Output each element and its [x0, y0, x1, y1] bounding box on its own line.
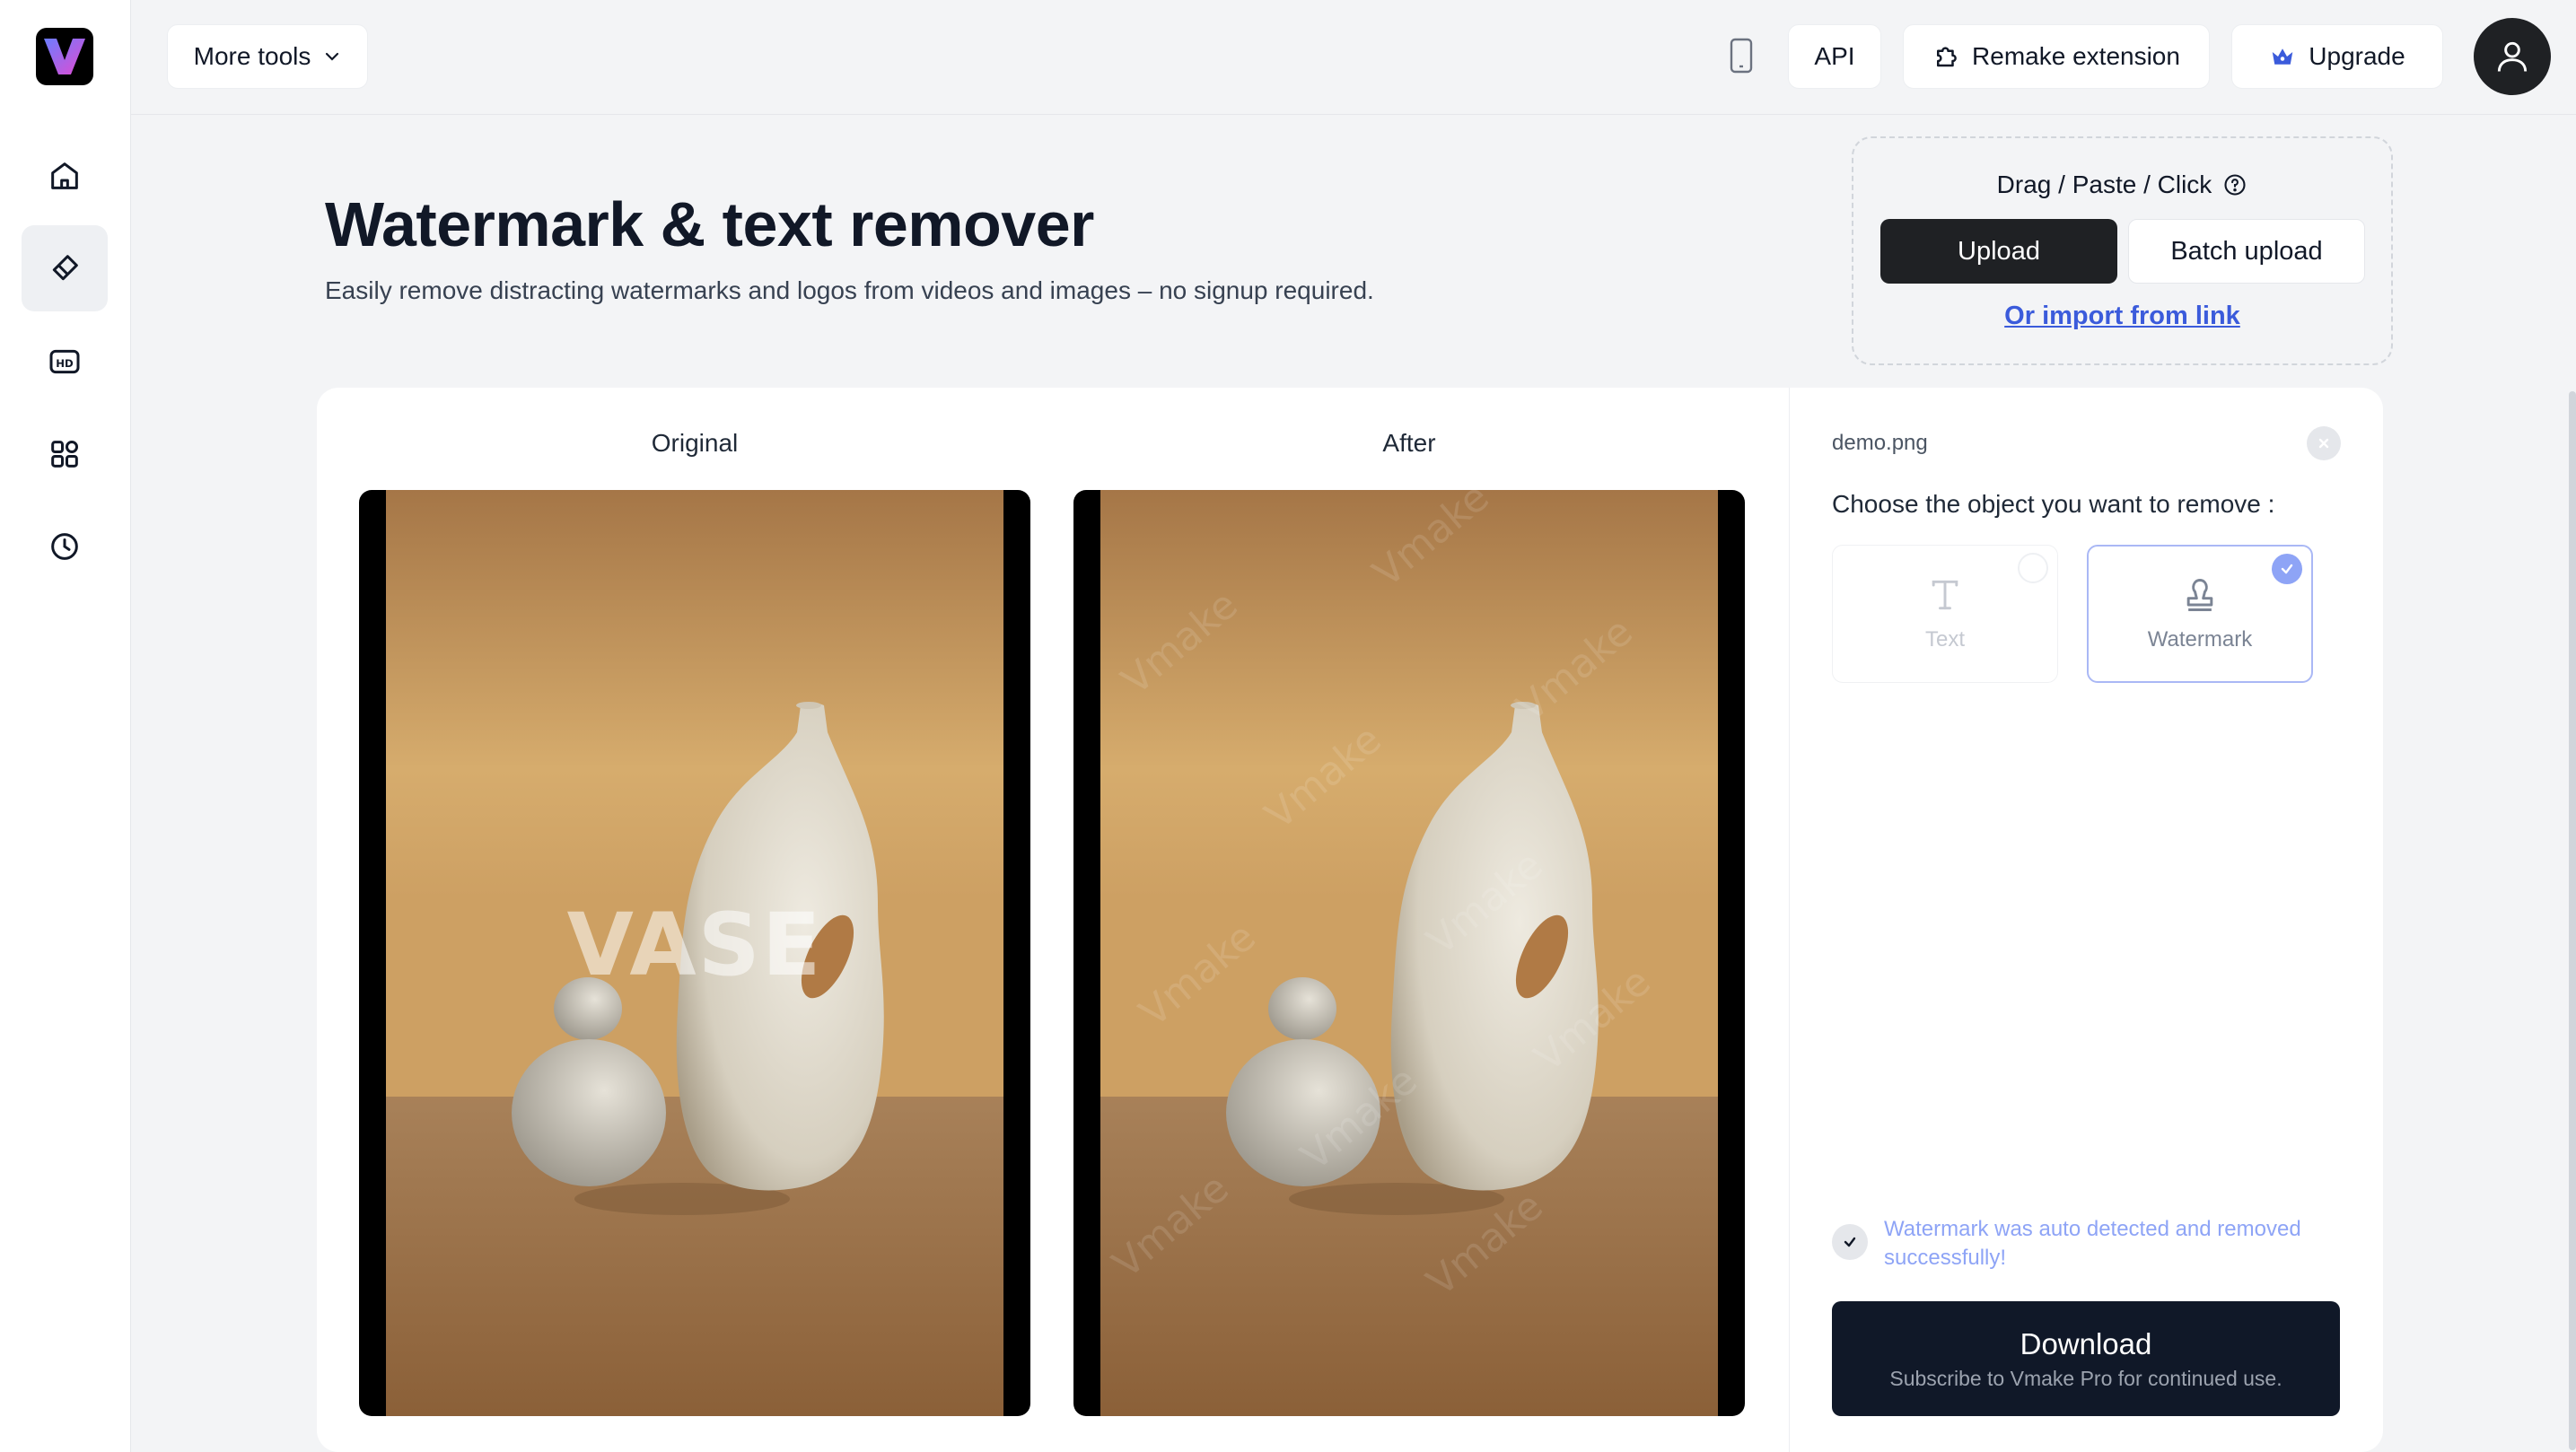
remake-extension-label: Remake extension — [1972, 42, 2180, 70]
eraser-icon — [52, 255, 78, 281]
upload-button[interactable]: Upload — [1880, 219, 2117, 284]
download-label: Download — [2020, 1326, 2152, 1360]
panel-divider — [1789, 388, 1790, 1452]
editor-panel: Original After VASE Vmake Vmake Vmake Vm… — [317, 388, 2383, 1452]
sidebar-item-hd[interactable]: HD — [22, 319, 108, 405]
home-icon — [51, 162, 78, 189]
upload-instructions: Drag / Paste / Click — [1853, 171, 2391, 199]
option-text-radio[interactable] — [2018, 553, 2048, 583]
batch-upload-button[interactable]: Batch upload — [2128, 219, 2365, 284]
logo-v-icon — [44, 39, 85, 74]
mobile-phone-icon — [1730, 38, 1753, 74]
sidebar: HD — [0, 0, 131, 1452]
option-text-label: Text — [1924, 627, 1965, 652]
after-label: After — [1382, 429, 1436, 457]
upload-title: Drag / Paste / Click — [1996, 171, 2212, 198]
mobile-device-button[interactable] — [1725, 34, 1757, 77]
clock-icon — [51, 533, 78, 560]
api-button[interactable]: API — [1788, 24, 1881, 89]
user-avatar[interactable] — [2474, 18, 2551, 95]
import-from-link[interactable]: Or import from link — [1853, 302, 2391, 331]
close-file-button[interactable] — [2307, 426, 2341, 460]
vase-photo-after: Vmake Vmake Vmake Vmake Vmake Vmake Vmak… — [1100, 490, 1718, 1416]
success-check-badge — [1832, 1224, 1868, 1260]
upload-dropzone[interactable]: Drag / Paste / Click Upload Batch upload… — [1852, 136, 2393, 365]
option-text[interactable]: Text — [1832, 545, 2058, 683]
download-subtext: Subscribe to Vmake Pro for continued use… — [1889, 1366, 2282, 1390]
more-tools-dropdown[interactable]: More tools — [167, 24, 368, 89]
svg-text:HD: HD — [56, 357, 74, 370]
more-tools-label: More tools — [193, 42, 311, 70]
download-button[interactable]: Download Subscribe to Vmake Pro for cont… — [1832, 1301, 2340, 1416]
remake-extension-button[interactable]: Remake extension — [1903, 24, 2210, 89]
option-watermark[interactable]: Watermark — [2087, 545, 2313, 683]
stamp-icon — [2186, 579, 2213, 611]
chevron-down-icon — [326, 52, 339, 61]
success-notice: Watermark was auto detected and removed … — [1832, 1215, 2353, 1273]
user-icon — [2497, 41, 2528, 72]
sidebar-item-apps[interactable] — [22, 411, 108, 497]
puzzle-extension-icon — [1937, 47, 1957, 67]
apps-grid-icon — [51, 440, 78, 468]
upgrade-button[interactable]: Upgrade — [2231, 24, 2443, 89]
sidebar-item-home[interactable] — [22, 133, 108, 219]
original-label: Original — [651, 429, 739, 457]
vase-photo-original: VASE — [386, 490, 1003, 1416]
after-image: Vmake Vmake Vmake Vmake Vmake Vmake Vmak… — [1073, 490, 1745, 1416]
original-image: VASE — [359, 490, 1030, 1416]
check-icon — [2281, 564, 2293, 574]
vmake-logo[interactable] — [36, 28, 93, 85]
choose-object-label: Choose the object you want to remove : — [1832, 490, 2275, 518]
file-name: demo.png — [1832, 431, 1928, 455]
page-subtitle: Easily remove distracting watermarks and… — [325, 276, 1374, 304]
help-icon[interactable] — [2222, 172, 2247, 197]
page-title: Watermark & text remover — [325, 189, 1094, 259]
text-t-icon — [1932, 580, 1958, 610]
option-watermark-radio[interactable] — [2272, 554, 2302, 584]
hd-icon: HD — [49, 349, 80, 374]
success-message: Watermark was auto detected and removed … — [1884, 1217, 2301, 1270]
close-icon — [2318, 438, 2329, 449]
vase-watermark-text: VASE — [567, 895, 823, 995]
upgrade-label: Upgrade — [2309, 42, 2405, 70]
success-check-icon — [1844, 1237, 1856, 1247]
sidebar-item-eraser[interactable] — [22, 225, 108, 311]
sidebar-item-history[interactable] — [22, 503, 108, 590]
option-watermark-label: Watermark — [2147, 627, 2253, 652]
crown-icon — [2273, 48, 2293, 65]
page-scrollbar[interactable] — [2569, 391, 2576, 1450]
api-label: API — [1814, 42, 1855, 70]
